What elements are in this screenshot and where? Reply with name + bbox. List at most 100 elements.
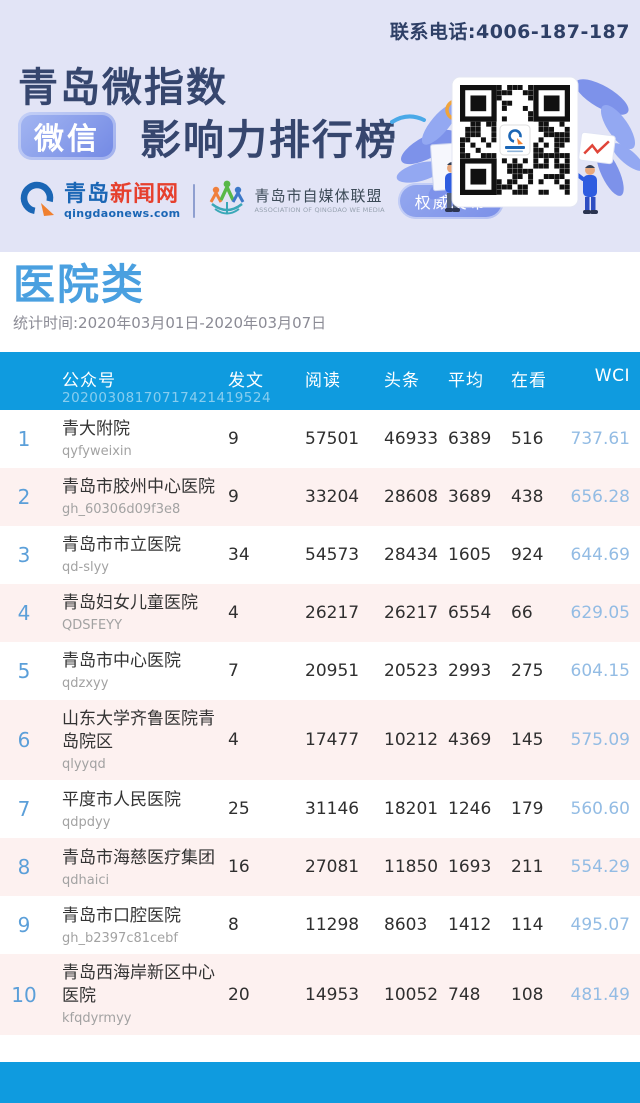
- wci-value: 644.69: [570, 545, 630, 565]
- contact-phone: 联系电话:4006-187-187: [389, 21, 630, 43]
- average-value: 1246: [448, 799, 492, 820]
- swoosh-icon: [390, 114, 426, 124]
- stats-period: 统计时间:2020年03月01日-2020年03月07日: [13, 314, 327, 333]
- posts-value: 8: [228, 915, 239, 936]
- account-name: 青岛市市立医院: [62, 535, 181, 556]
- account-cell: 青岛西海岸新区中心医院 kfqdyrmyy: [62, 962, 228, 1026]
- headlines-value: 28608: [384, 487, 439, 507]
- average-value: 2993: [448, 661, 492, 681]
- watching-value: 211: [511, 857, 544, 878]
- average-value: 6389: [448, 429, 492, 449]
- account-cell: 青岛市海慈医疗集团 qdhaici: [62, 847, 228, 889]
- ranking-poster: 联系电话:4006-187-187 青岛微指数 微信 影响力排行榜 青岛新闻网 …: [0, 0, 640, 1103]
- average-value: 1693: [448, 857, 492, 878]
- table-row: 10 青岛西海岸新区中心医院 kfqdyrmyy 20 14953 10052 …: [0, 954, 640, 1035]
- headlines-value: 28434: [384, 545, 439, 565]
- account-id: qdzxyy: [62, 676, 109, 692]
- union-name: 青岛市自媒体联盟: [254, 187, 383, 206]
- qr-illustration: [390, 52, 640, 237]
- posts-value: 7: [228, 661, 239, 681]
- wci-value: 737.61: [570, 429, 630, 449]
- posts-value: 34: [228, 545, 250, 565]
- account-cell: 平度市人民医院 qdpdyy: [62, 789, 228, 831]
- headlines-value: 8603: [384, 915, 428, 936]
- account-cell: 山东大学齐鲁医院青岛院区 qlyyqd: [62, 708, 228, 772]
- table-row: 9 青岛市口腔医院 gh_b2397c81cebf 8 11298 8603 1…: [0, 896, 640, 955]
- main-title-line2-text: 影响力排行榜: [140, 116, 398, 164]
- account-cell: 青岛市市立医院 qd-slyy: [62, 534, 228, 576]
- reads-value: 11298: [305, 915, 360, 936]
- account-name: 青岛西海岸新区中心医院: [62, 963, 215, 1007]
- account-name: 青岛妇女儿童医院: [62, 593, 198, 614]
- posts-value: 16: [228, 857, 250, 878]
- we-media-union-logo: 青岛市自媒体联盟 ASSOCIATION OF QINGDAO WE MEDIA: [206, 178, 385, 224]
- average-value: 1605: [448, 545, 492, 565]
- posts-value: 9: [228, 429, 239, 449]
- account-name: 青岛市海慈医疗集团: [62, 847, 215, 868]
- account-id: QDSFEYY: [62, 618, 123, 634]
- headlines-value: 18201: [384, 799, 439, 820]
- account-id: gh_60306d09f3e8: [62, 502, 181, 518]
- table-row: 6 山东大学齐鲁医院青岛院区 qlyyqd 4 17477 10212 4369…: [0, 700, 640, 781]
- table-row: 1 青大附院 qyfyweixin 9 57501 46933 6389 516…: [0, 410, 640, 468]
- column-reads: 阅读: [305, 371, 341, 391]
- wci-value: 554.29: [570, 857, 630, 878]
- account-id: qdpdyy: [62, 814, 111, 830]
- rank-number: 1: [17, 427, 31, 451]
- rank-number: 5: [17, 659, 31, 683]
- headlines-value: 20523: [384, 661, 439, 681]
- table-row: 4 青岛妇女儿童医院 QDSFEYY 4 26217 26217 6554 66…: [0, 584, 640, 642]
- reads-value: 14953: [305, 984, 360, 1005]
- table-header: 公众号 发文 阅读 头条 平均 在看 WCI 20200308170717421…: [0, 352, 640, 410]
- reads-value: 33204: [305, 487, 360, 507]
- reads-value: 57501: [305, 429, 360, 449]
- posts-value: 20: [228, 984, 250, 1005]
- account-cell: 青大附院 qyfyweixin: [62, 418, 228, 460]
- headlines-value: 10052: [384, 984, 439, 1005]
- rank-number: 10: [11, 982, 37, 1007]
- union-subtitle: ASSOCIATION OF QINGDAO WE MEDIA: [254, 205, 385, 214]
- wci-value: 560.60: [570, 799, 630, 820]
- qdnews-logo: 青岛新闻网 qingdaonews.com: [18, 179, 180, 223]
- reads-value: 27081: [305, 857, 360, 878]
- account-id: qlyyqd: [62, 756, 106, 772]
- wci-value: 495.07: [570, 915, 630, 936]
- main-title-line1: 青岛微指数: [18, 65, 228, 111]
- account-name: 山东大学齐鲁医院青岛院区: [62, 709, 215, 752]
- watching-value: 114: [511, 915, 544, 936]
- account-cell: 青岛妇女儿童医院 QDSFEYY: [62, 592, 228, 634]
- wci-value: 575.09: [570, 730, 630, 751]
- watching-value: 516: [511, 429, 544, 449]
- hero-header: 联系电话:4006-187-187 青岛微指数 微信 影响力排行榜 青岛新闻网 …: [0, 0, 640, 252]
- posts-value: 25: [228, 799, 250, 820]
- reads-value: 17477: [305, 730, 360, 751]
- category-title: 医院类: [13, 260, 146, 309]
- table-row: 3 青岛市市立医院 qd-slyy 34 54573 28434 1605 92…: [0, 526, 640, 584]
- wechat-badge: 微信: [18, 112, 116, 160]
- watching-value: 438: [511, 487, 544, 507]
- watermark: 20200308170717421419524: [62, 390, 272, 406]
- average-value: 748: [448, 984, 481, 1005]
- account-id: qd-slyy: [62, 560, 109, 576]
- table-body: 1 青大附院 qyfyweixin 9 57501 46933 6389 516…: [0, 410, 640, 1035]
- union-wordmark: 青岛市自媒体联盟 ASSOCIATION OF QINGDAO WE MEDIA: [254, 188, 384, 214]
- average-value: 6554: [448, 603, 492, 623]
- wci-value: 604.15: [570, 661, 630, 681]
- column-watching: 在看: [511, 371, 547, 391]
- posts-value: 9: [228, 487, 239, 507]
- reads-value: 20951: [305, 661, 360, 681]
- logo-divider: [193, 184, 196, 218]
- qdnews-q-icon: [18, 179, 58, 223]
- watching-value: 145: [511, 730, 544, 751]
- account-name: 平度市人民医院: [62, 789, 181, 810]
- table-row: 8 青岛市海慈医疗集团 qdhaici 16 27081 11850 1693 …: [0, 838, 640, 897]
- column-posts: 发文: [228, 371, 264, 391]
- account-name: 青岛市中心医院: [62, 651, 181, 672]
- table-row: 5 青岛市中心医院 qdzxyy 7 20951 20523 2993 275 …: [0, 642, 640, 700]
- account-cell: 青岛市胶州中心医院 gh_60306d09f3e8: [62, 476, 228, 518]
- rank-number: 2: [17, 485, 31, 509]
- rank-number: 9: [17, 913, 31, 938]
- reads-value: 26217: [305, 603, 360, 623]
- posts-value: 4: [228, 730, 239, 751]
- account-id: qyfyweixin: [62, 444, 132, 460]
